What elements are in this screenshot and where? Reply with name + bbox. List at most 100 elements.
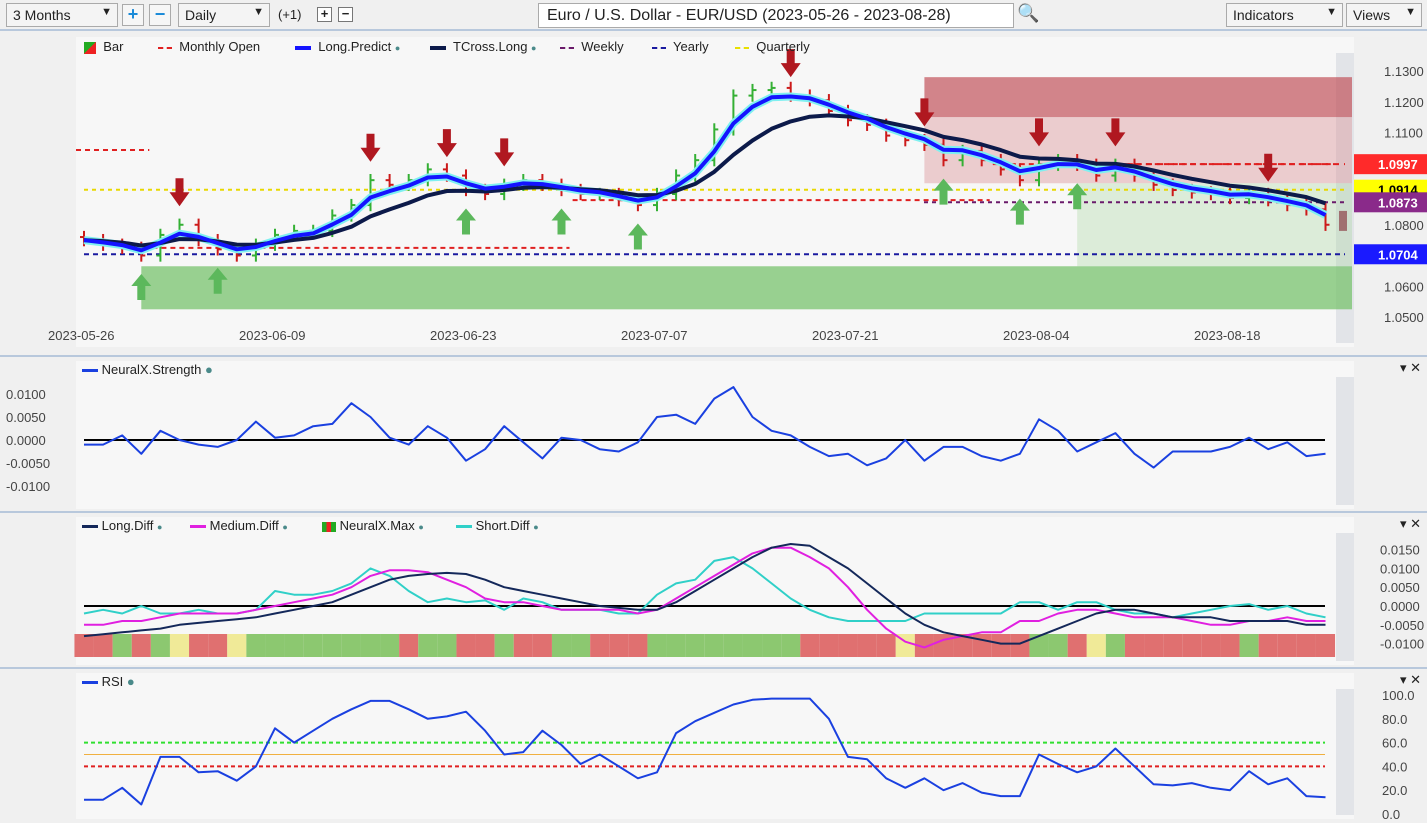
- neuralx-max-cell: [571, 634, 591, 657]
- neuralx-max-cell: [1201, 634, 1221, 657]
- scroll-margin: [1336, 533, 1354, 661]
- neuralx-max-cell: [1182, 634, 1202, 657]
- rsi-pane[interactable]: 100.0 80.0 60.0 40.0 20.0 0.0 RSI ● ▾ ✕: [0, 667, 1427, 823]
- neuralx-max-cell: [169, 634, 190, 657]
- neuralx-max-cell: [1277, 634, 1297, 657]
- scroll-margin: [1336, 377, 1354, 505]
- search-icon[interactable]: 🔍: [1017, 3, 1039, 24]
- y-tick-label: -0.0050: [6, 456, 50, 471]
- pane-menu-close[interactable]: ▾ ✕: [1400, 672, 1421, 688]
- neuralx-max-cell: [1029, 634, 1049, 657]
- price-pane[interactable]: 1.1300 1.1200 1.1100 1.0800 1.0600 1.0500 2023…: [0, 33, 1427, 355]
- price-badge-label: 1.0997: [1378, 157, 1418, 172]
- scroll-margin: [1336, 689, 1354, 815]
- x-tick-label: 2023-07-21: [812, 328, 879, 343]
- neuralx-max-cell: [341, 634, 361, 657]
- neuralx-max-cell: [666, 634, 686, 657]
- neuralx-max-cell: [857, 634, 877, 657]
- y-tick-label: 1.1200: [1384, 95, 1424, 110]
- y-tick-label: 1.0600: [1384, 279, 1424, 294]
- legend-label: TCross.Long: [453, 39, 528, 54]
- offset-minus-button[interactable]: −: [338, 7, 353, 22]
- y-tick-label: 100.0: [1382, 688, 1415, 703]
- legend-label: Monthly Open: [179, 39, 261, 54]
- y-tick-label: 0.0100: [6, 387, 46, 402]
- legend-monthly-open: Monthly Open: [158, 39, 260, 54]
- pane-menu-close[interactable]: ▾ ✕: [1400, 360, 1421, 376]
- strength-pane[interactable]: 0.0100 0.0050 0.0000 -0.0050 -0.0100 NeuralX…: [0, 355, 1427, 511]
- neuralx-max-cell: [475, 634, 495, 657]
- interval-select[interactable]: Daily ▼: [178, 3, 270, 27]
- y-tick-label: 0.0050: [6, 410, 46, 425]
- bar-icon: [322, 521, 336, 532]
- x-tick-label: 2023-06-09: [239, 328, 306, 343]
- legend-label: NeuralX.Max: [339, 518, 415, 533]
- neuralx-max-cell: [933, 634, 954, 657]
- strength-chart[interactable]: 0.0100 0.0050 0.0000 -0.0050 -0.0100: [0, 357, 1427, 513]
- legend-label: Long.Predict: [318, 39, 392, 54]
- neuralx-max-cell: [1067, 634, 1087, 657]
- y-tick-label: 1.0800: [1384, 218, 1424, 233]
- legend-short-diff: Short.Diff ●: [456, 518, 539, 533]
- y-tick-label: 0.0150: [1380, 543, 1420, 558]
- indicators-dropdown[interactable]: Indicators ▼: [1226, 3, 1343, 27]
- price-badge-label: 1.0704: [1378, 247, 1419, 262]
- neuralx-max-cell: [418, 634, 438, 657]
- line-swatch: [190, 525, 206, 529]
- legend-label: RSI: [101, 674, 124, 689]
- neuralx-max-cell: [189, 634, 209, 657]
- y-tick-label: 60.0: [1382, 736, 1407, 751]
- neuralx-max-cell: [1010, 634, 1030, 657]
- neuralx-max-cell: [742, 634, 763, 657]
- line-swatch: [295, 45, 311, 50]
- neuralx-max-cell: [1086, 634, 1106, 657]
- neuralx-max-cell: [647, 634, 667, 657]
- plot-area: [76, 673, 1354, 819]
- y-tick-label: 1.1100: [1384, 126, 1423, 141]
- legend-neuralx-max: NeuralX.Max ●: [322, 518, 424, 533]
- x-tick-label: 2023-08-18: [1194, 328, 1261, 343]
- neuralx-max-cell: [762, 634, 782, 657]
- legend-label: Bar: [103, 39, 124, 54]
- neuralx-max-cell: [551, 634, 572, 657]
- neuralx-max-cell: [284, 634, 304, 657]
- neuralx-max-cell: [74, 634, 94, 657]
- neuralx-max-cell: [532, 634, 552, 657]
- legend-neuralx-strength: NeuralX.Strength ●: [82, 362, 213, 377]
- neuralx-max-cell: [112, 634, 132, 657]
- zoom-in-button[interactable]: +: [122, 4, 144, 26]
- views-dropdown[interactable]: Views ▼: [1346, 3, 1422, 27]
- symbol-title[interactable]: Euro / U.S. Dollar - EUR/USD (2023-05-26…: [538, 3, 1014, 28]
- zoom-out-button[interactable]: −: [149, 4, 171, 26]
- neuralx-max-cell: [972, 634, 992, 657]
- neuralx-max-cell: [208, 634, 228, 657]
- rsi-chart[interactable]: 100.0 80.0 60.0 40.0 20.0 0.0: [0, 669, 1427, 823]
- legend-weekly: Weekly: [560, 39, 624, 54]
- range-select[interactable]: 3 Months ▼: [6, 3, 118, 27]
- neuralx-max-cell: [590, 634, 610, 657]
- dash-swatch: [560, 46, 574, 49]
- chevron-down-icon: ▼: [1326, 6, 1337, 18]
- neuralx-max-cell: [246, 634, 266, 657]
- neuralx-max-cell: [628, 634, 648, 657]
- x-tick-label: 2023-05-26: [48, 328, 115, 343]
- pane-menu-close[interactable]: ▾ ✕: [1400, 516, 1421, 532]
- offset-plus-button[interactable]: +: [317, 7, 332, 22]
- legend-label: NeuralX.Strength: [101, 362, 202, 377]
- x-tick-label: 2023-08-04: [1003, 328, 1070, 343]
- y-tick-label: -0.0050: [1380, 618, 1424, 633]
- legend-long-diff: Long.Diff ●: [82, 518, 162, 533]
- y-tick-label: 80.0: [1382, 712, 1407, 727]
- price-chart[interactable]: 1.1300 1.1200 1.1100 1.0800 1.0600 1.0500 2023…: [0, 33, 1427, 355]
- diff-chart[interactable]: 0.0150 0.0100 0.0050 0.0000 -0.0050 -0.0100: [0, 513, 1427, 669]
- neuralx-max-cell: [1239, 634, 1259, 657]
- neuralx-max-cell: [131, 634, 151, 657]
- legend-yearly: Yearly: [652, 39, 709, 54]
- y-tick-label: 20.0: [1382, 783, 1407, 798]
- neuralx-max-cell: [838, 634, 858, 657]
- neuralx-max-cell: [93, 634, 113, 657]
- neuralx-max-cell: [456, 634, 476, 657]
- plot-area: [76, 361, 1354, 509]
- diff-pane[interactable]: 0.0150 0.0100 0.0050 0.0000 -0.0050 -0.0100 L…: [0, 511, 1427, 667]
- neuralx-max-cell: [991, 634, 1011, 657]
